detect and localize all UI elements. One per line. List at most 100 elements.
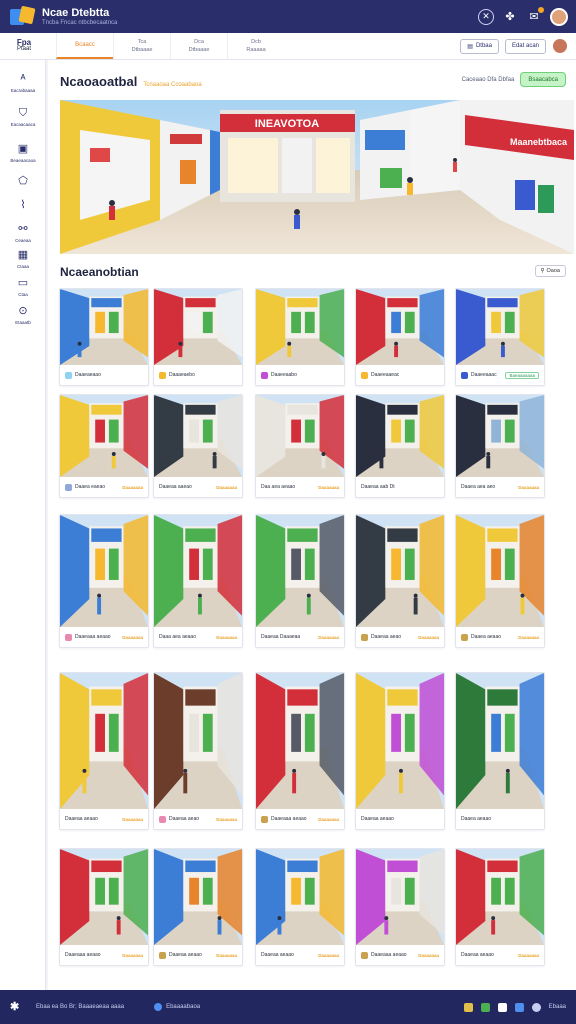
footer-app-icon-4[interactable] [514, 1002, 524, 1012]
footer-app-icon-3[interactable] [497, 1002, 507, 1012]
sidebar-item-document[interactable]: ▣ Beaeaacaoa [0, 142, 46, 163]
store-card[interactable]: Daaa aea aeaao Daaaaaaa [153, 514, 243, 648]
store-thumbnail [154, 289, 242, 365]
calendar-icon: ▦ [17, 249, 29, 261]
chat-icon[interactable]: ✉ [526, 6, 544, 25]
store-thumbnail [356, 849, 444, 945]
tab-4[interactable]: Dcb Raaaaa [227, 33, 284, 59]
store-name: Daaa aea aeaao [159, 634, 196, 640]
footer-app-icon-1[interactable] [463, 1002, 473, 1012]
store-card-footer: Daaaeaebo [154, 365, 242, 385]
store-card-footer: Daaeeaabo [256, 365, 344, 385]
store-name: Daaea aeaao [461, 816, 492, 822]
sidebar-item-people[interactable]: ⚯ Ceaeaa [0, 222, 46, 243]
footer-link[interactable]: Ebaaaabaoa [154, 1003, 200, 1011]
store-thumbnail [356, 515, 444, 627]
store-card[interactable]: Daaeaa aeaao Daaaaaaa [153, 848, 243, 966]
store-card[interactable]: Daaea aea aeo Daaaaaaa [455, 394, 545, 498]
store-card-footer: Daaeaa aeaao Daaaaaaa [60, 809, 148, 829]
store-category-icon [159, 815, 166, 823]
store-card[interactable]: Daaeaa aeaao Daaaaaaa [255, 848, 345, 966]
nav-avatar[interactable] [552, 38, 568, 54]
store-card[interactable]: Daaeaa aab Dt [355, 394, 445, 498]
nav-button-primary[interactable]: ▤ Dtbaa [460, 38, 499, 54]
app-logo[interactable] [8, 5, 36, 29]
store-thumbnail [356, 673, 444, 809]
store-tag-badge[interactable]: Baeaaaaaaa [505, 371, 539, 379]
sidebar-item-settings[interactable]: ⊙ Etaaatb [0, 304, 46, 325]
store-card[interactable]: Daaeaa aeao Daaaaaaa [153, 672, 243, 830]
store-thumbnail [154, 395, 242, 477]
sidebar-item-chart[interactable]: ⌇ [0, 198, 46, 212]
store-card[interactable]: Daaeeaaac Baeaaaaaaa [455, 288, 545, 386]
store-name: Daaaeaebo [169, 372, 195, 378]
store-name: Daaeaa aeaao [65, 816, 98, 822]
store-card[interactable]: Daaeaa aaeao Daaaaaaa [153, 394, 243, 498]
footer-app-icon-2[interactable] [480, 1002, 490, 1012]
sidebar: ᴬ Eacrabaaaa ⛉ Eacaacaaca ▣ Beaeaacaoa ⬠… [0, 60, 46, 990]
store-card-footer: Daaea eaeao Daaaaaaa [60, 477, 148, 497]
store-card[interactable]: Daaeeaaeac [355, 288, 445, 386]
store-thumbnail [60, 515, 148, 627]
footer-logo[interactable]: ✱ [10, 1000, 24, 1014]
store-thumbnail [60, 673, 148, 809]
store-thumbnail [456, 395, 544, 477]
store-card-footer: Daaeaa aeaao Daaaaaaa [456, 945, 544, 965]
sidebar-item-calendar[interactable]: ▦ Ctaaa [0, 248, 46, 269]
store-card-footer: Daaeeaaac Baeaaaaaaa [456, 365, 544, 385]
store-card[interactable]: Daa aea aeaao Daaaaaaa [255, 394, 345, 498]
store-thumbnail [456, 673, 544, 809]
store-price: Daaaaaaa [518, 484, 539, 490]
store-name: Daaea aea aeo [461, 484, 496, 490]
store-card[interactable]: Daaeaa aeaao Daaaaaaa [59, 672, 149, 830]
store-card[interactable]: Daaeaaa aeaao Daaaaaaa [355, 848, 445, 966]
store-name: Daaea eaeao [75, 484, 106, 490]
sidebar-item-shield[interactable]: ⛉ Eacaacaaca [0, 106, 46, 127]
store-card[interactable]: Daaeaeaao [59, 288, 149, 386]
nav-button-secondary[interactable]: Edat acan [504, 38, 546, 54]
store-card-footer: Daaa aea aeaao Daaaaaaa [154, 627, 242, 647]
store-category-icon [461, 371, 468, 379]
store-card[interactable]: Daaeaaa aeaao Daaaaaaa [255, 672, 345, 830]
tab-3[interactable]: Dca Dtbaaae [170, 33, 227, 59]
user-avatar[interactable] [550, 7, 568, 26]
store-thumbnail [356, 395, 444, 477]
store-card[interactable]: Daaea aeaao [455, 672, 545, 830]
x-icon[interactable]: ✕ [478, 8, 494, 25]
tab-1[interactable]: Bcaacc [56, 33, 113, 59]
filter-icon: ⚲ [540, 268, 545, 274]
store-card[interactable]: Daaeaa aeaao [355, 672, 445, 830]
store-category-icon [261, 815, 268, 823]
store-card-footer: Daaeaa aeaao [356, 809, 444, 829]
store-price: Daaaaaaa [122, 816, 143, 822]
sidebar-item-home[interactable]: ᴬ Eacrabaaaa [0, 72, 46, 93]
store-card[interactable]: Daaeaa Daaaeaa Daaaaaaa [255, 514, 345, 648]
hero-badge-button[interactable]: Bsaacabca [520, 72, 566, 87]
store-card[interactable]: Daaeaa aeaao Daaaaaaa [455, 848, 545, 966]
section-title: Ncaeanobtian [60, 265, 139, 279]
store-name: Daaeaaa aeaao [75, 634, 111, 640]
store-price: Daaaaaaa [122, 484, 143, 490]
store-card[interactable]: Daaea eaeao Daaaaaaa [59, 394, 149, 498]
puzzle-icon[interactable]: ✤ [502, 9, 518, 25]
store-card[interactable]: Daaea aeaao Daaaaaaa [455, 514, 545, 648]
store-card[interactable]: Daaeaaa aeaao Daaaaaaa [59, 848, 149, 966]
store-thumbnail [456, 515, 544, 627]
footer-app-icon-5[interactable] [531, 1002, 541, 1012]
settings-icon: ⊙ [18, 305, 28, 317]
store-name: Daaeeaaeac [371, 372, 400, 378]
store-card[interactable]: Daaeaaa aeaao Daaaaaaa [59, 514, 149, 648]
shield-icon: ⛉ [18, 107, 28, 119]
store-card[interactable]: Daaeaa aeao Daaaaaaa [355, 514, 445, 648]
footer: ✱ Ebaa ea Bo Br; Baaaeaeaa aaaa Ebaaaaba… [0, 990, 576, 1024]
store-card-footer: Daaeaa aeaao Daaaaaaa [154, 945, 242, 965]
sidebar-item-folder[interactable]: ▭ Ctaa [0, 276, 46, 297]
nav-brand[interactable]: Fpa Ptaat [0, 39, 48, 53]
store-category-icon [65, 483, 72, 491]
section-filter-button[interactable]: ⚲ Oaoa [534, 265, 566, 277]
store-card[interactable]: Daaeeaabo [255, 288, 345, 386]
hero-image[interactable]: INEAVOTOA Maanebtbaca [60, 100, 574, 254]
sidebar-item-tag[interactable]: ⬠ [0, 174, 46, 188]
store-card[interactable]: Daaaeaebo [153, 288, 243, 386]
tab-2[interactable]: Tca Dtbaaae [113, 33, 170, 59]
